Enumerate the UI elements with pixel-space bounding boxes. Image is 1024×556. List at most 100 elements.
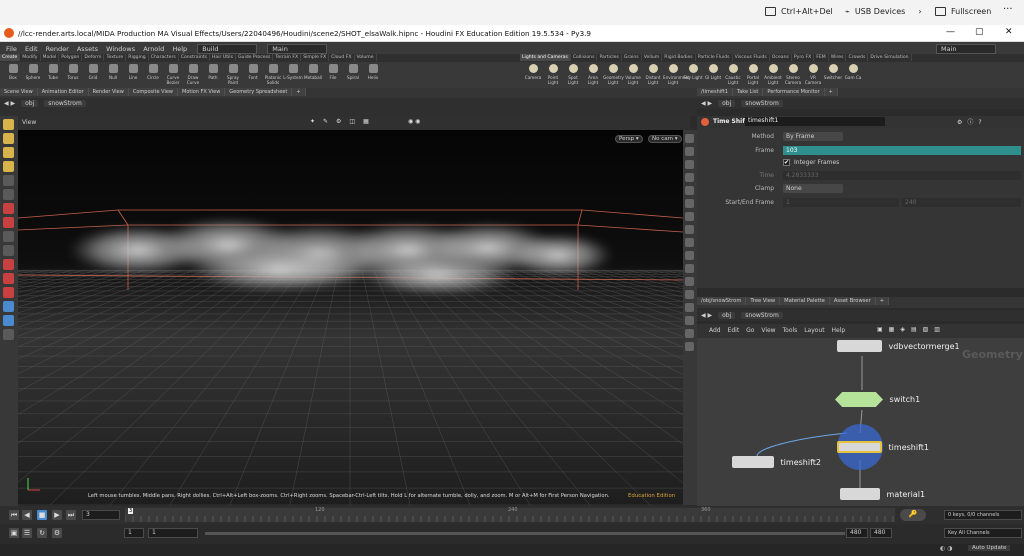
render-icons[interactable]: ◉ ◉ xyxy=(408,118,420,125)
handle-icon[interactable] xyxy=(3,189,14,200)
shelf-right-tab-12[interactable]: Crowds xyxy=(846,54,869,61)
clamp-dropdown[interactable]: None xyxy=(783,184,843,193)
shelf-left-tool-18[interactable]: Helix xyxy=(363,62,383,88)
shelf-left-tab-0[interactable]: Create xyxy=(0,54,21,61)
shelf-left-tool-1[interactable]: Sphere xyxy=(23,62,43,88)
uv-icon[interactable] xyxy=(685,225,694,234)
param-path-snowstrom[interactable]: snowStrom xyxy=(741,100,783,107)
jump-end-button[interactable]: ⏭ xyxy=(66,510,76,520)
tab-material-palette[interactable]: Material Palette xyxy=(780,297,830,305)
network-menu-tools[interactable]: Tools xyxy=(783,327,798,334)
menu-file[interactable]: File xyxy=(6,45,17,53)
switch-node-body[interactable] xyxy=(835,392,883,407)
timeshift2-node-body[interactable] xyxy=(732,456,774,468)
back-icon[interactable]: ◀ ▶ xyxy=(701,312,712,319)
display-icon[interactable] xyxy=(685,134,694,143)
more-icon[interactable]: ··· xyxy=(1003,4,1013,15)
shelf-right-tool-14[interactable]: VR Camera xyxy=(803,62,823,88)
method-dropdown[interactable]: By Frame xyxy=(783,132,843,141)
shelf-right-tool-15[interactable]: Switcher xyxy=(823,62,843,88)
snap-toggle-icon[interactable] xyxy=(3,301,14,312)
background-icon[interactable] xyxy=(685,290,694,299)
scene-viewport[interactable]: Persp ▾ No cam ▾ xyxy=(18,130,683,505)
shelf-right-tab-7[interactable]: Viscous Fluids xyxy=(733,54,770,61)
shelf-left-tool-4[interactable]: Grid xyxy=(83,62,103,88)
end-frame-2[interactable]: 480 xyxy=(870,528,892,538)
shelf-left-tab-11[interactable]: Terrain FX xyxy=(273,54,302,61)
build-dropdown[interactable]: Build xyxy=(197,44,258,54)
usb-devices-button[interactable]: ⌁ USB Devices › xyxy=(845,7,922,16)
shelf-right-tab-3[interactable]: Grains xyxy=(622,54,642,61)
shelf-left-tab-4[interactable]: Deform xyxy=(82,54,105,61)
magnet-prim-icon[interactable] xyxy=(3,273,14,284)
shelf-left-tool-12[interactable]: Font xyxy=(243,62,263,88)
menu-edit[interactable]: Edit xyxy=(25,45,38,53)
transform-icon[interactable] xyxy=(3,133,14,144)
shelf-right-tool-11[interactable]: Portal Light xyxy=(743,62,763,88)
shelf-right-tool-7[interactable]: Environment Light xyxy=(663,62,690,88)
shelf-left-tab-2[interactable]: Model xyxy=(41,54,60,61)
tab-network-view[interactable]: /obj/snowStrom xyxy=(697,297,747,305)
menu-arnold[interactable]: Arnold xyxy=(143,45,164,53)
safe-area-icon[interactable] xyxy=(685,277,694,286)
path-snowstrom[interactable]: snowStrom xyxy=(44,100,86,107)
network-menu-add[interactable]: Add xyxy=(709,327,721,334)
shelf-left-tool-2[interactable]: Tube xyxy=(43,62,63,88)
viewport-tool-icons[interactable]: ✦✎⚙◫▦ xyxy=(310,118,377,125)
shelf-left-tool-8[interactable]: Curve Bezier xyxy=(163,62,183,88)
shelf-right-tool-1[interactable]: Point Light xyxy=(543,62,563,88)
network-editor[interactable]: Geometry vdbvectormerge1 switch1 timeshi… xyxy=(697,338,1024,506)
shelf-left-tool-14[interactable]: L-System xyxy=(283,62,303,88)
snap-icon[interactable] xyxy=(3,217,14,228)
shelf-left-tab-5[interactable]: Texture xyxy=(104,54,127,61)
timeline-slider[interactable]: 120 240 360 3 xyxy=(124,507,895,522)
tab-motion-fx-view[interactable]: Motion FX View xyxy=(178,88,226,96)
shelf-left-tab-10[interactable]: Guide Process xyxy=(236,54,274,61)
network-menu-go[interactable]: Go xyxy=(746,327,754,334)
link-icon[interactable] xyxy=(685,342,694,351)
current-frame-field[interactable]: 3 xyxy=(82,510,120,520)
shelf-left-tab-3[interactable]: Polygon xyxy=(59,54,83,61)
tab-animation-editor[interactable]: Animation Editor xyxy=(37,88,89,96)
shelf-right-tab-8[interactable]: Oceans xyxy=(770,54,792,61)
shelf-left-tab-6[interactable]: Rigging xyxy=(126,54,149,61)
rotate-icon[interactable] xyxy=(3,147,14,158)
node-name-field[interactable]: timeshift1 xyxy=(745,117,885,126)
realtime-toggle[interactable]: ▣ xyxy=(9,528,19,538)
shelf-left-tool-9[interactable]: Draw Curve xyxy=(183,62,203,88)
network-path-snowstrom[interactable]: snowStrom xyxy=(741,312,783,319)
shelf-right-tab-2[interactable]: Particles xyxy=(597,54,622,61)
shelf-left-tab-1[interactable]: Modify xyxy=(20,54,41,61)
shelf-right-tool-10[interactable]: Caustic Light xyxy=(723,62,743,88)
tab-tree-view[interactable]: Tree View xyxy=(746,297,781,305)
key-all-channels[interactable]: Key All Channels xyxy=(944,528,1022,538)
shelf-left-tab-13[interactable]: Cloud FX xyxy=(329,54,355,61)
shelf-left-tool-5[interactable]: Null xyxy=(103,62,123,88)
shelf-right-tool-3[interactable]: Area Light xyxy=(583,62,603,88)
right-desktop-dropdown[interactable]: Main xyxy=(936,44,996,54)
network-path-obj[interactable]: obj xyxy=(718,312,736,319)
play-button[interactable]: ▶ xyxy=(52,510,62,520)
shelf-left-tab-7[interactable]: Characters xyxy=(149,54,179,61)
minimize-button[interactable]: — xyxy=(946,27,955,37)
material-node-body[interactable] xyxy=(840,488,880,500)
tab-composite-view[interactable]: Composite View xyxy=(128,88,178,96)
shelf-right-tab-1[interactable]: Collisions xyxy=(571,54,598,61)
path-obj[interactable]: obj xyxy=(21,100,39,107)
node-timeshift1[interactable]: timeshift1 xyxy=(837,441,929,453)
time-field[interactable]: 4.2833333 xyxy=(783,171,1021,180)
shelf-left-tab-9[interactable]: Hair Utils xyxy=(210,54,236,61)
desktop-dropdown[interactable]: Main xyxy=(267,44,328,54)
ctrl-alt-del-button[interactable]: Ctrl+Alt+Del xyxy=(765,7,833,16)
shelf-left-tab-12[interactable]: Simple FX xyxy=(301,54,330,61)
jump-start-button[interactable]: ⏮ xyxy=(9,510,19,520)
network-tool-icons[interactable]: ▣▦◈▤▧▥ xyxy=(877,326,946,333)
network-menu-view[interactable]: View xyxy=(761,327,775,334)
tab-take-list[interactable]: Take List xyxy=(732,88,764,96)
integer-frames-checkbox[interactable]: ✔ xyxy=(783,159,790,166)
node-timeshift2[interactable]: timeshift2 xyxy=(732,456,821,468)
shelf-right-tab-13[interactable]: Drive Simulation xyxy=(868,54,912,61)
wireframe-icon[interactable] xyxy=(685,147,694,156)
flipbook-icon[interactable] xyxy=(685,316,694,325)
shelf-left-tool-15[interactable]: Metaball xyxy=(303,62,323,88)
